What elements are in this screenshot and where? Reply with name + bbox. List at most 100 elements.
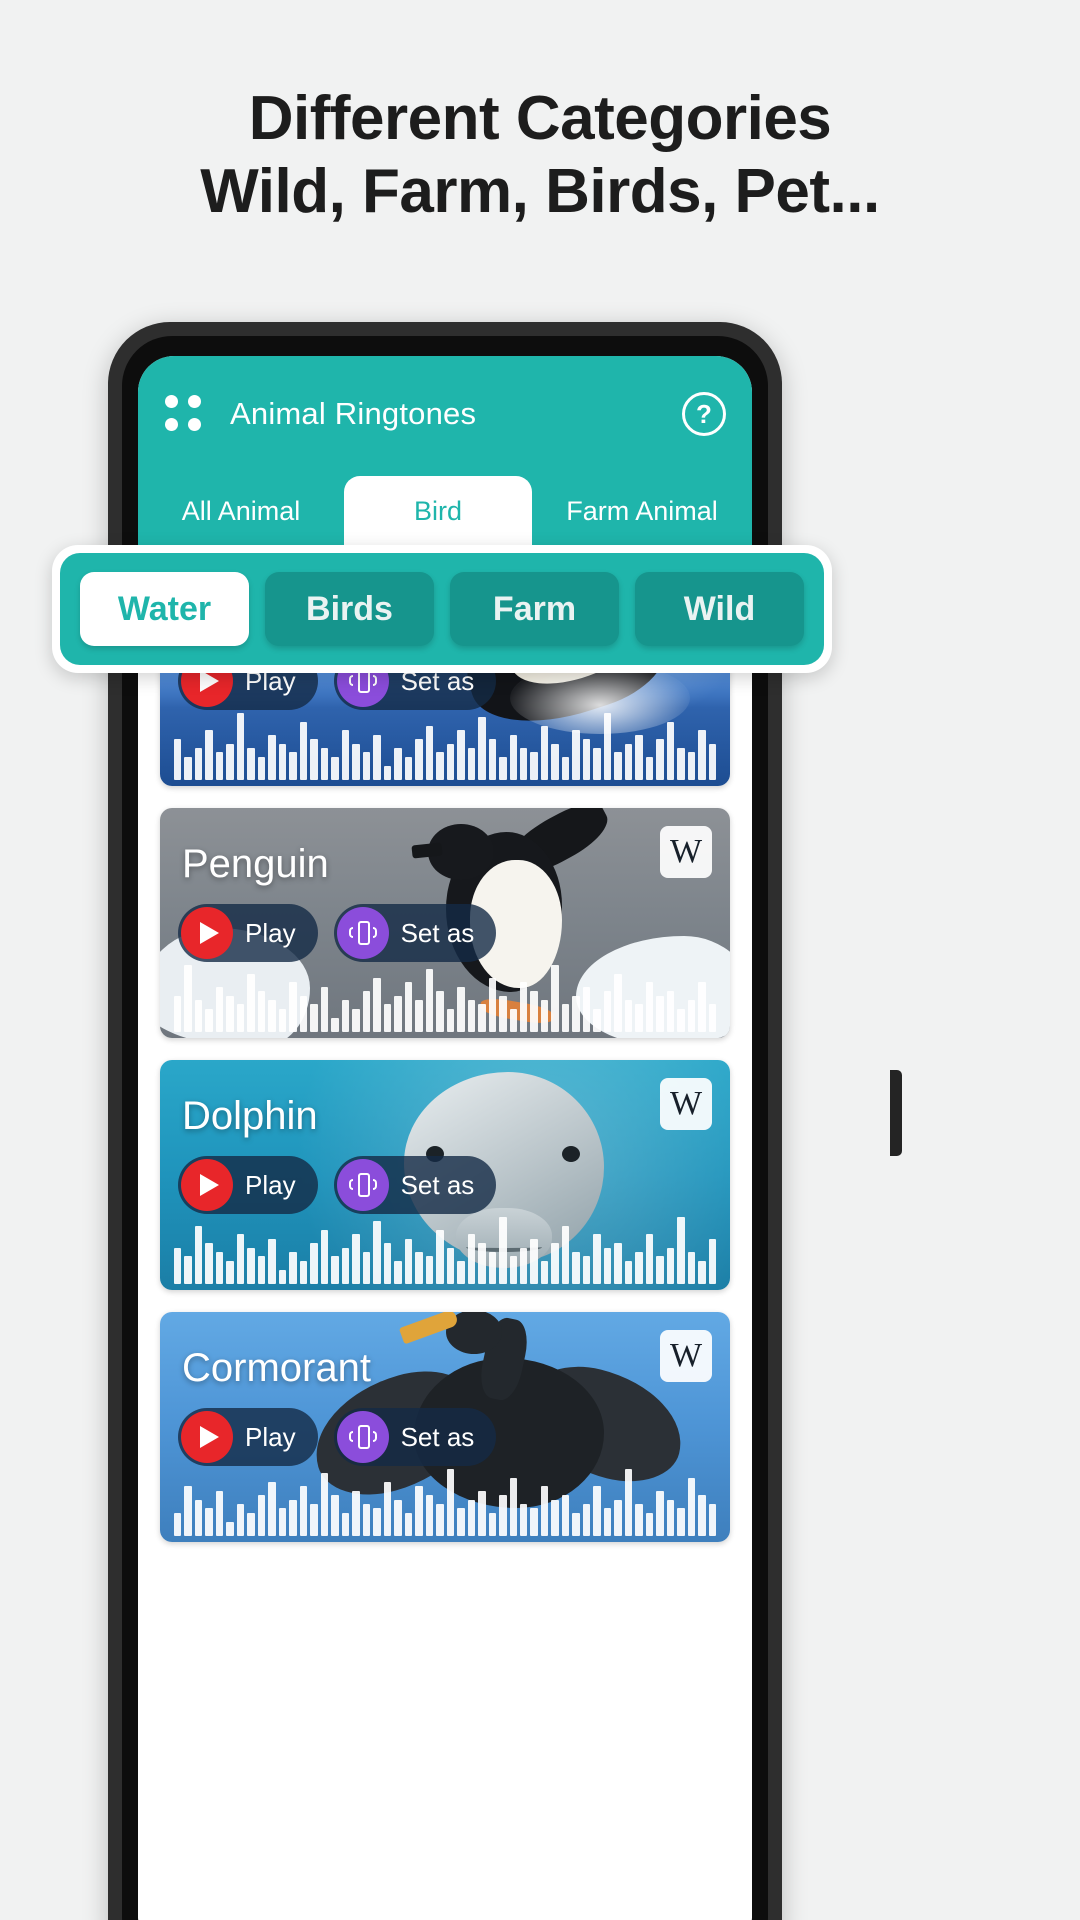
wikipedia-icon[interactable]: W [660, 1078, 712, 1130]
waveform-bar [551, 1500, 559, 1536]
app-title: Animal Ringtones [230, 396, 477, 431]
help-icon[interactable]: ? [682, 392, 726, 436]
waveform [160, 1464, 730, 1542]
waveform-bar [383, 1482, 392, 1536]
play-button[interactable]: Play [178, 1156, 318, 1214]
waveform-bar [205, 1243, 213, 1284]
waveform-bar [561, 1495, 570, 1536]
waveform-bar [362, 1252, 371, 1284]
waveform-bar [247, 974, 255, 1032]
waveform-bar [624, 1000, 633, 1032]
waveform-bar [247, 1248, 255, 1284]
waveform-bar [404, 1239, 413, 1284]
waveform-bar [666, 722, 675, 780]
waveform-bar [457, 1508, 465, 1536]
waveform-bar [289, 1500, 297, 1536]
tab-all-animal[interactable]: All Animal [138, 476, 344, 546]
waveform-bar [320, 748, 329, 780]
waveform-bar [499, 996, 507, 1032]
waveform-bar [582, 739, 591, 780]
waveform-bar [509, 735, 517, 780]
wikipedia-icon[interactable]: W [660, 826, 712, 878]
waveform-bar [341, 1000, 350, 1032]
waveform-bar [530, 1508, 538, 1536]
waveform-bar [624, 1261, 633, 1284]
waveform-bar [257, 991, 266, 1032]
waveform-bar [530, 1239, 538, 1284]
ringtone-card-cormorant[interactable]: Cormorant Play Set as W [160, 1312, 730, 1542]
waveform-bar [624, 1469, 633, 1536]
waveform-bar [624, 744, 633, 780]
waveform-bar [499, 757, 507, 780]
waveform-bar [446, 1009, 455, 1032]
waveform-bar [698, 1495, 706, 1536]
set-as-label: Set as [400, 1169, 475, 1200]
waveform-bar [467, 748, 476, 780]
waveform-bar [362, 1504, 371, 1536]
waveform-bar [215, 987, 224, 1032]
tab-bird[interactable]: Bird [344, 476, 532, 546]
set-as-button[interactable]: Set as [333, 1408, 497, 1466]
waveform-bar [708, 744, 717, 780]
waveform-bar [572, 1252, 580, 1284]
waveform-bar [299, 1261, 308, 1284]
wikipedia-icon[interactable]: W [660, 1330, 712, 1382]
play-icon [181, 907, 233, 959]
waveform-bar [257, 757, 266, 780]
waveform-bar [415, 1252, 423, 1284]
waveform-bar [341, 1248, 350, 1284]
waveform-bar [551, 1243, 559, 1284]
waveform-bar [561, 1226, 570, 1284]
waveform-bar [352, 1491, 360, 1536]
waveform-bar [593, 1234, 601, 1284]
waveform-bar [226, 1261, 234, 1284]
set-as-button[interactable]: Set as [333, 1156, 497, 1214]
chip-farm[interactable]: Farm [450, 572, 619, 646]
waveform-bar [478, 1491, 486, 1536]
waveform-bar [184, 757, 192, 780]
tab-farm-animal[interactable]: Farm Animal [532, 476, 752, 546]
waveform-bar [215, 1491, 224, 1536]
waveform [160, 1212, 730, 1290]
waveform-bar [446, 1469, 455, 1536]
waveform-bar [635, 1504, 643, 1536]
set-as-button[interactable]: Set as [333, 904, 497, 962]
waveform-bar [698, 982, 706, 1032]
waveform-bar [509, 1256, 517, 1284]
waveform-bar [352, 1234, 360, 1284]
waveform-bar [708, 1004, 717, 1032]
play-button[interactable]: Play [178, 1408, 318, 1466]
ringtone-card-dolphin[interactable]: Dolphin Play Set as W [160, 1060, 730, 1290]
power-button[interactable] [890, 1070, 902, 1156]
waveform-bar [687, 1000, 696, 1032]
vibrate-phone-icon [336, 1159, 389, 1211]
play-button[interactable]: Play [178, 904, 318, 962]
waveform-bar [603, 991, 612, 1032]
waveform-bar [289, 982, 297, 1032]
waveform-bar [582, 1256, 591, 1284]
waveform-bar [467, 1000, 476, 1032]
chip-birds[interactable]: Birds [265, 572, 434, 646]
waveform-bar [488, 1252, 497, 1284]
waveform-bar [205, 1508, 213, 1536]
waveform-bar [268, 735, 276, 780]
ringtone-card-penguin[interactable]: Penguin Play Set as W [160, 808, 730, 1038]
waveform-bar [404, 1513, 413, 1536]
headline-line-2: Wild, Farm, Birds, Pet... [200, 157, 880, 227]
waveform-bar [687, 1478, 696, 1536]
chip-water[interactable]: Water [80, 572, 249, 646]
chip-wild[interactable]: Wild [635, 572, 804, 646]
waveform-bar [582, 1504, 591, 1536]
waveform-bar [666, 991, 675, 1032]
waveform-bar [509, 1478, 517, 1536]
waveform-bar [247, 1513, 255, 1536]
waveform-bar [184, 1486, 192, 1536]
waveform-bar [383, 1004, 392, 1032]
waveform-bar [278, 744, 287, 780]
tab-bar: All Animal Bird Farm Animal [138, 472, 752, 546]
waveform-bar [478, 1243, 486, 1284]
waveform-bar [446, 1248, 455, 1284]
waveform-bar [551, 744, 559, 780]
vibrate-phone-icon [336, 907, 389, 959]
grid-dots-icon[interactable] [164, 394, 204, 434]
